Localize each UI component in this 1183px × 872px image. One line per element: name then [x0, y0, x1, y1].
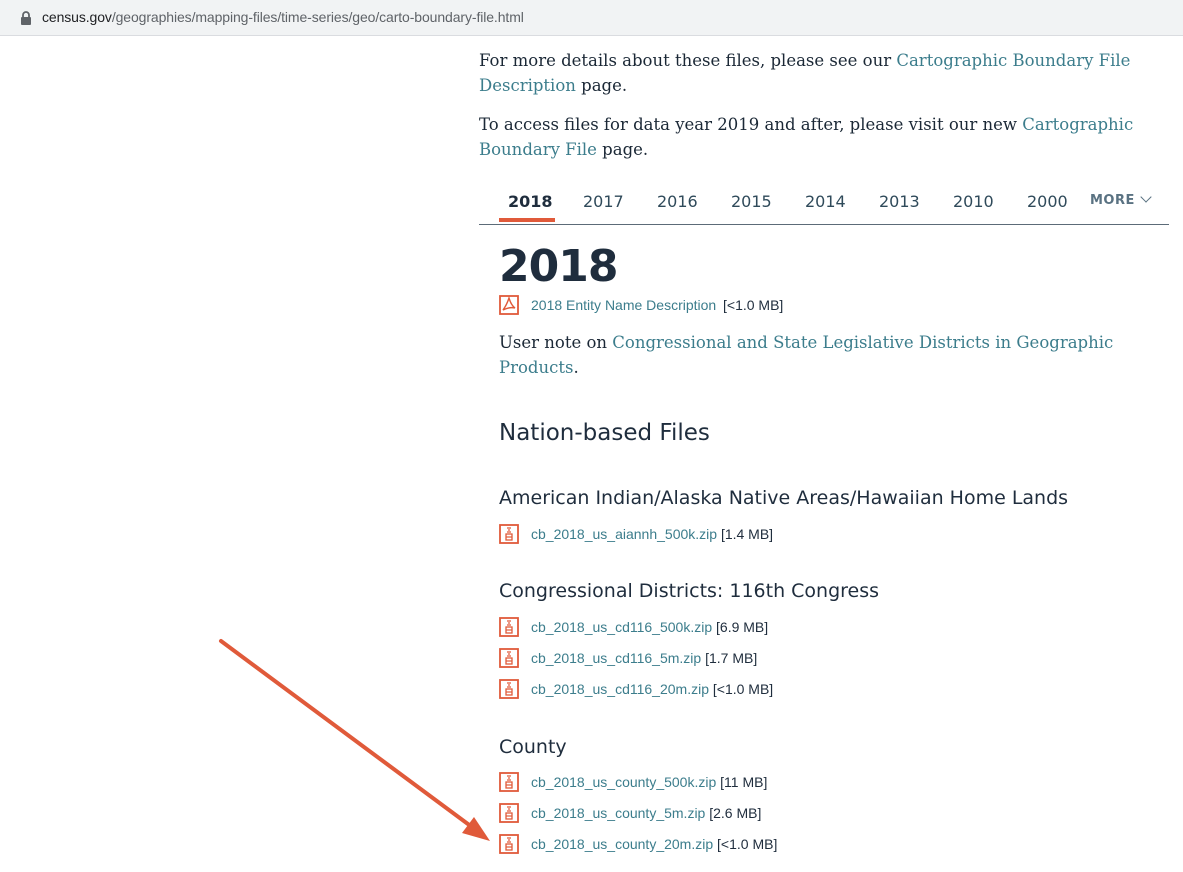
tab-2010[interactable]: 2010: [953, 192, 994, 211]
url-path: /geographies/mapping-files/time-series/g…: [111, 9, 524, 25]
tab-2016[interactable]: 2016: [657, 192, 698, 211]
zip-file-icon: [499, 679, 519, 699]
year-heading: 2018: [499, 241, 618, 292]
group-heading-aiannh: American Indian/Alaska Native Areas/Hawa…: [499, 487, 1069, 509]
group-heading-county: County: [499, 736, 567, 758]
file-link[interactable]: cb_2018_us_county_5m.zip [2.6 MB]: [531, 805, 761, 821]
file-link[interactable]: cb_2018_us_cd116_20m.zip [<1.0 MB]: [531, 681, 773, 697]
file-link[interactable]: cb_2018_us_cd116_500k.zip [6.9 MB]: [531, 619, 768, 635]
intro-paragraph-details: For more details about these files, plea…: [479, 51, 1131, 95]
file-link[interactable]: cb_2018_us_cd116_5m.zip [1.7 MB]: [531, 650, 757, 666]
file-size: [<1.0 MB]: [723, 297, 784, 313]
tab-2013[interactable]: 2013: [879, 192, 920, 211]
active-tab-indicator: [499, 218, 555, 222]
zip-file-icon: [499, 834, 519, 854]
tab-2000[interactable]: 2000: [1027, 192, 1068, 211]
zip-file-icon: [499, 524, 519, 544]
user-note: User note on Congressional and State Leg…: [499, 333, 1114, 377]
url-host: census.gov: [42, 9, 112, 25]
tab-2014[interactable]: 2014: [805, 192, 846, 211]
entity-description-link[interactable]: 2018 Entity Name Description: [531, 297, 716, 313]
nation-based-files-heading: Nation-based Files: [499, 420, 710, 446]
year-tabs: 2018 2017 2016 2015 2014 2013 2010 2000 …: [479, 180, 1169, 225]
chevron-down-icon: [1140, 191, 1152, 203]
lock-icon: [21, 11, 31, 25]
address-bar[interactable]: census.gov/geographies/mapping-files/tim…: [0, 0, 1183, 36]
zip-file-icon: [499, 772, 519, 792]
zip-file-icon: [499, 803, 519, 823]
file-link[interactable]: cb_2018_us_county_500k.zip [11 MB]: [531, 774, 767, 790]
more-tabs-button[interactable]: MORE: [1090, 191, 1152, 208]
tab-2017[interactable]: 2017: [583, 192, 624, 211]
zip-file-icon: [499, 617, 519, 637]
zip-file-icon: [499, 648, 519, 668]
url-text[interactable]: census.gov/geographies/mapping-files/tim…: [42, 9, 524, 25]
tab-2015[interactable]: 2015: [731, 192, 772, 211]
pdf-icon: [499, 295, 519, 315]
intro-paragraph-2019: To access files for data year 2019 and a…: [479, 115, 1134, 159]
file-link[interactable]: cb_2018_us_aiannh_500k.zip [1.4 MB]: [531, 526, 773, 542]
group-heading-cd116: Congressional Districts: 116th Congress: [499, 580, 880, 602]
file-link[interactable]: cb_2018_us_county_20m.zip [<1.0 MB]: [531, 836, 777, 852]
tab-2018[interactable]: 2018: [508, 192, 553, 211]
